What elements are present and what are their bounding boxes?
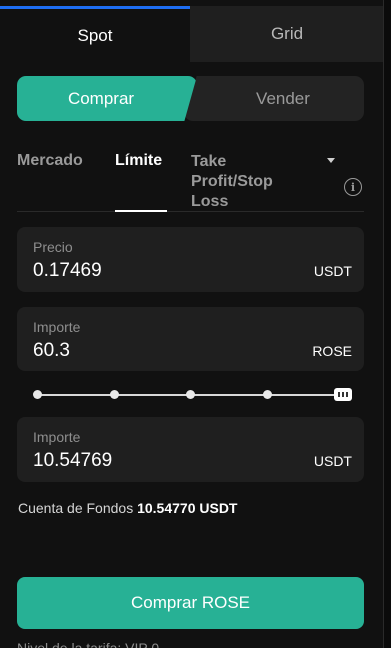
tab-take-profit-stop-loss[interactable]: Take Profit/Stop Loss: [191, 152, 301, 212]
total-input[interactable]: 10.54769: [33, 450, 112, 472]
info-icon[interactable]: i: [344, 178, 362, 196]
tab-market[interactable]: Mercado: [17, 152, 83, 170]
tab-limit[interactable]: Límite: [115, 152, 162, 170]
amount-input[interactable]: 60.3: [33, 340, 70, 362]
amount-label: Importe: [33, 319, 81, 335]
buy-rose-button[interactable]: Comprar ROSE: [17, 577, 364, 629]
tab-spot[interactable]: Spot: [0, 6, 190, 62]
active-tab-indicator: [115, 210, 167, 212]
total-label: Importe: [33, 429, 81, 445]
price-label: Precio: [33, 239, 73, 255]
fee-tier: Nivel de la tarifa: VIP 0: [17, 640, 160, 648]
slider-step-50[interactable]: [186, 390, 195, 399]
amount-slider[interactable]: [33, 387, 352, 403]
funding-account-balance: Cuenta de Fondos 10.54770 USDT: [18, 500, 238, 516]
chevron-down-icon[interactable]: [327, 158, 335, 163]
funds-label: Cuenta de Fondos: [18, 500, 134, 516]
slider-handle[interactable]: [334, 388, 352, 401]
total-unit: USDT: [313, 453, 352, 469]
total-field[interactable]: Importe 10.54769 USDT: [17, 417, 364, 482]
amount-field[interactable]: Importe 60.3 ROSE: [17, 307, 364, 371]
amount-unit: ROSE: [312, 343, 352, 359]
price-unit: USDT: [313, 263, 352, 279]
tab-grid[interactable]: Grid: [190, 6, 383, 62]
buy-sell-toggle: Vender Comprar: [17, 76, 364, 121]
buy-button[interactable]: Comprar: [17, 76, 197, 121]
slider-step-25[interactable]: [110, 390, 119, 399]
trade-panel: Spot Grid Vender Comprar Mercado Límite …: [0, 0, 384, 648]
funds-value: 10.54770 USDT: [137, 500, 238, 516]
price-field[interactable]: Precio 0.17469 USDT: [17, 227, 364, 292]
slider-step-75[interactable]: [263, 390, 272, 399]
sell-button[interactable]: Vender: [184, 76, 364, 121]
price-input[interactable]: 0.17469: [33, 260, 102, 282]
order-type-tabs: Mercado Límite Take Profit/Stop Loss i: [17, 148, 364, 212]
trading-mode-tabs: Spot Grid: [0, 0, 383, 62]
slider-step-0[interactable]: [33, 390, 42, 399]
